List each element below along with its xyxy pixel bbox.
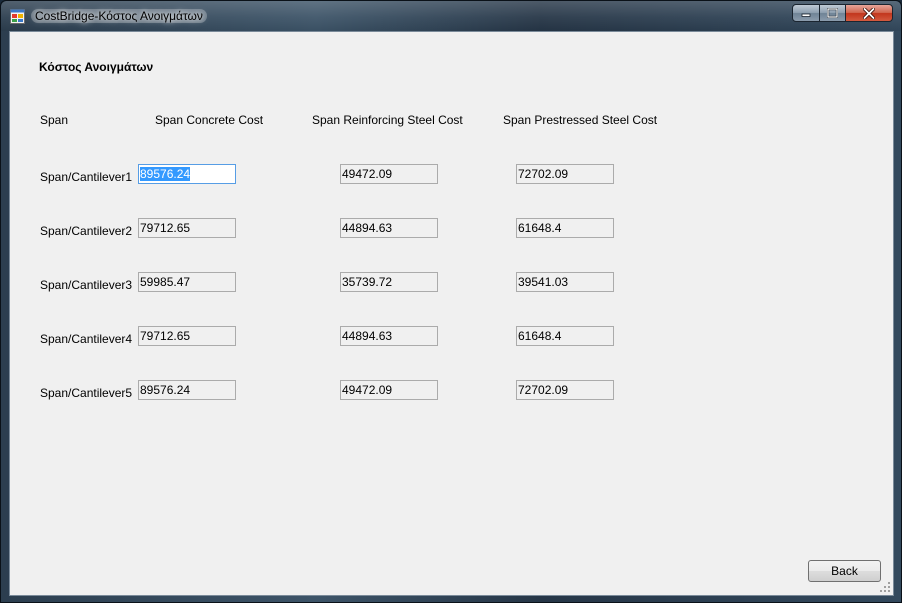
- reinforcing-cost-field-3[interactable]: 35739.72: [340, 272, 438, 292]
- concrete-cost-field-5[interactable]: 89576.24: [138, 380, 236, 400]
- maximize-icon: [827, 8, 838, 18]
- form-heading: Κόστος Ανοιγμάτων: [39, 60, 154, 74]
- reinforcing-cost-field-5[interactable]: 49472.09: [340, 380, 438, 400]
- title-bar[interactable]: CostBridge-Κόστος Ανοιγμάτων: [1, 1, 901, 31]
- header-span: Span: [40, 113, 69, 127]
- concrete-cost-field-1[interactable]: 89576.24: [138, 164, 236, 184]
- row-label-span-cantilever-3: Span/Cantilever3: [40, 278, 133, 292]
- close-icon: [863, 7, 875, 19]
- form-client-area: Κόστος Ανοιγμάτων Span Span Concrete Cos…: [9, 31, 894, 596]
- app-window: CostBridge-Κόστος Ανοιγμάτων Κόστος Ανοι…: [0, 0, 902, 603]
- row-label-span-cantilever-2: Span/Cantilever2: [40, 224, 133, 238]
- reinforcing-cost-field-1[interactable]: 49472.09: [340, 164, 438, 184]
- minimize-icon: [801, 13, 811, 17]
- prestressed-cost-field-3[interactable]: 39541.03: [516, 272, 614, 292]
- prestressed-cost-field-4[interactable]: 61648.4: [516, 326, 614, 346]
- close-button[interactable]: [845, 4, 893, 22]
- header-concrete-cost: Span Concrete Cost: [155, 113, 264, 127]
- row-label-span-cantilever-1: Span/Cantilever1: [40, 170, 133, 184]
- concrete-cost-field-3[interactable]: 59985.47: [138, 272, 236, 292]
- maximize-button[interactable]: [819, 4, 846, 22]
- minimize-button[interactable]: [792, 4, 820, 22]
- back-button[interactable]: Back: [808, 560, 881, 582]
- row-label-span-cantilever-5: Span/Cantilever5: [40, 386, 133, 400]
- prestressed-cost-field-2[interactable]: 61648.4: [516, 218, 614, 238]
- prestressed-cost-field-1[interactable]: 72702.09: [516, 164, 614, 184]
- row-label-span-cantilever-4: Span/Cantilever4: [40, 332, 133, 346]
- prestressed-cost-field-5[interactable]: 72702.09: [516, 380, 614, 400]
- window-title: CostBridge-Κόστος Ανοιγμάτων: [31, 9, 207, 23]
- header-prestressed-steel-cost: Span Prestressed Steel Cost: [503, 113, 658, 127]
- concrete-cost-value-1: 89576.24: [140, 167, 191, 181]
- reinforcing-cost-field-2[interactable]: 44894.63: [340, 218, 438, 238]
- app-window-icon: [10, 9, 25, 24]
- resize-grip-icon[interactable]: [880, 582, 890, 592]
- reinforcing-cost-field-4[interactable]: 44894.63: [340, 326, 438, 346]
- header-reinforcing-steel-cost: Span Reinforcing Steel Cost: [312, 113, 463, 127]
- concrete-cost-field-4[interactable]: 79712.65: [138, 326, 236, 346]
- concrete-cost-field-2[interactable]: 79712.65: [138, 218, 236, 238]
